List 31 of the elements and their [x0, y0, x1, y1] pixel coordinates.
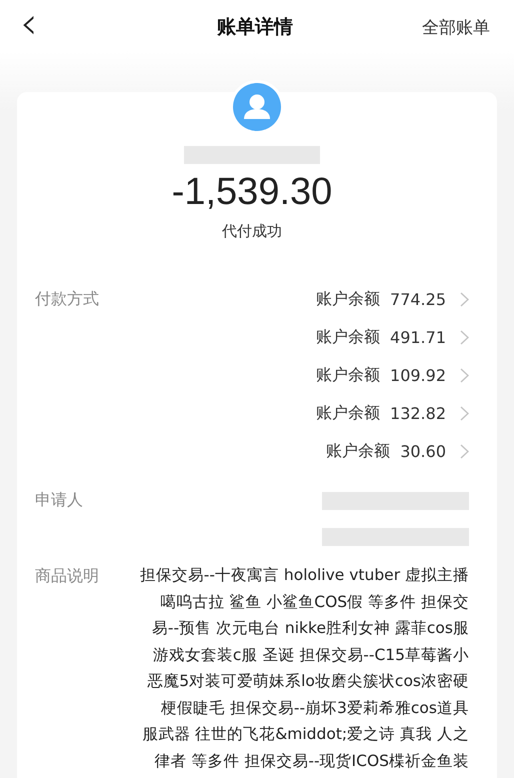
field-label: 付款方式 — [35, 289, 99, 310]
method-name: 账户余额 — [316, 365, 380, 386]
chevron-icon[interactable] — [460, 406, 469, 421]
method-amount: 109.92 — [390, 366, 446, 385]
chevron-icon[interactable] — [460, 368, 469, 383]
method-name: 账户余额 — [326, 441, 390, 462]
method-name: 账户余额 — [316, 403, 380, 424]
field-label: 申请人 — [35, 490, 83, 511]
chevron-icon[interactable] — [460, 330, 469, 345]
method-name: 账户余额 — [316, 327, 380, 348]
method-amount: 491.71 — [390, 328, 446, 347]
chevron-icon[interactable] — [460, 292, 469, 307]
method-amount: 30.60 — [400, 442, 446, 461]
method-amount: 774.25 — [390, 290, 446, 309]
amount: -1,539.30 — [172, 170, 332, 214]
item-description-line: 噶呜古拉 鲨鱼 小鲨鱼COS假 等多件 担保交 — [160, 592, 469, 612]
back-icon[interactable]: ‹ — [20, 2, 100, 46]
all-bills-link[interactable]: 全部账单 — [410, 16, 490, 38]
method-name: 账户余额 — [316, 289, 380, 310]
field-label: 商品说明 — [35, 566, 99, 587]
item-description-line: 恶魔5对装可爱萌妹系lo妆磨尖簇状cos浓密硬 — [147, 671, 469, 692]
item-description-line: 服武器 往世的飞花&middot;爱之诗 真我 人之 — [142, 724, 469, 745]
item-description-line: 梗假睫毛 担保交易--崩坏3爱莉希雅cos道具 — [160, 698, 469, 718]
item-description-line: 担保交易--十夜寓言 hololive vtuber 虚拟主播 — [140, 565, 469, 586]
item-description-line: 律者 等多件 担保交易--现货ICOS楪祈金鱼装 — [154, 750, 469, 772]
method-amount: 132.82 — [390, 404, 446, 423]
item-description-line: 易--预售 次元电台 nikke胜利女神 露菲cos服 — [152, 618, 469, 639]
item-description-line: 游戏女套装c服 圣诞 担保交易--C15草莓酱小 — [152, 644, 469, 666]
payment-status: 代付成功 — [222, 222, 282, 241]
page-title: 账单详情 — [217, 15, 293, 40]
chevron-icon[interactable] — [460, 444, 469, 459]
